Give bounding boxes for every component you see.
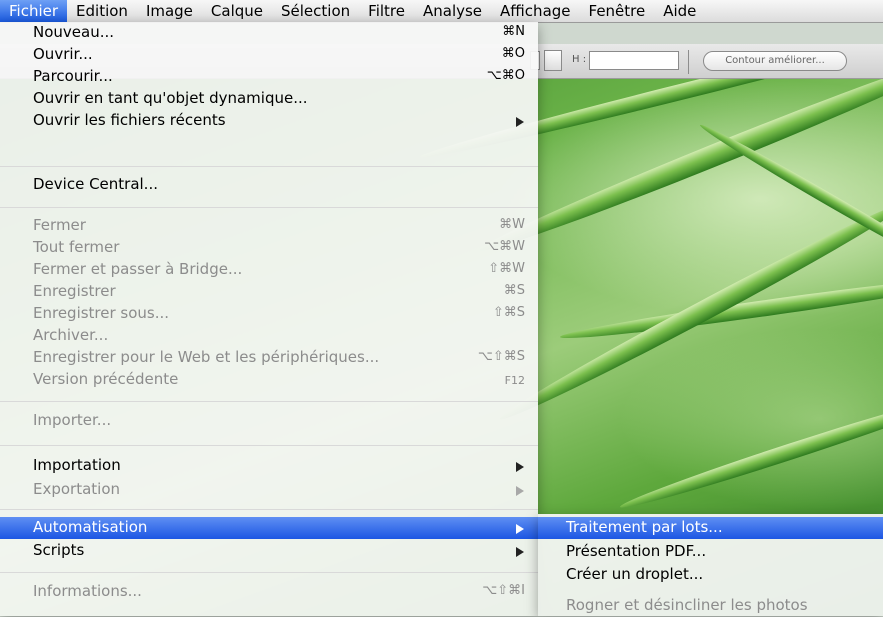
menu-item-label: Importation <box>33 456 121 474</box>
menu-separator <box>0 509 538 510</box>
menu-edition[interactable]: Edition <box>67 0 137 22</box>
menu-item-label: Device Central... <box>33 175 158 193</box>
menu-item-label: Importer... <box>33 411 112 429</box>
menu-item-label: Tout fermer <box>33 238 120 256</box>
menu-item-shortcut: ⌘N <box>502 24 525 39</box>
menu-item-archiver: Archiver... <box>0 325 538 347</box>
menu-item-tout-fermer: Tout fermer ⌥⌘W <box>0 237 538 259</box>
menu-fichier[interactable]: Fichier <box>0 0 68 22</box>
menu-item-importer: Importer... <box>0 410 538 432</box>
menu-item-label: Fermer <box>33 216 86 234</box>
menu-item-automatisation[interactable]: Automatisation <box>0 517 538 539</box>
menu-analyse[interactable]: Analyse <box>414 0 491 22</box>
menu-item-importation[interactable]: Importation <box>0 455 538 477</box>
toolbar-divider <box>688 50 689 74</box>
menu-item-shortcut: ⌘S <box>503 283 525 298</box>
menu-item-fermer-bridge: Fermer et passer à Bridge... ⇧⌘W <box>0 259 538 281</box>
menu-fenetre[interactable]: Fenêtre <box>580 0 655 22</box>
menu-image[interactable]: Image <box>137 0 202 22</box>
menu-item-label: Automatisation <box>33 518 148 536</box>
menu-item-label: Enregistrer sous... <box>33 304 170 322</box>
submenu-item-rogner-desincliner: Rogner et désincliner les photos <box>538 595 883 617</box>
menu-separator <box>0 207 538 208</box>
menu-item-label: Exportation <box>33 480 121 498</box>
menu-item-shortcut: ⌥⇧⌘I <box>482 583 525 598</box>
menu-item-label: Informations... <box>33 582 142 600</box>
automation-submenu: Traitement par lots... Présentation PDF.… <box>538 514 883 616</box>
height-label: H : <box>572 54 587 65</box>
menu-item-label: Archiver... <box>33 326 109 344</box>
submenu-item-presentation-pdf[interactable]: Présentation PDF... <box>538 541 883 563</box>
menu-item-label: Ouvrir... <box>33 45 93 63</box>
file-menu: Nouveau... ⌘N Ouvrir... ⌘O Parcourir... … <box>0 22 538 616</box>
menu-item-shortcut: F12 <box>504 374 525 387</box>
menu-item-label: Parcourir... <box>33 67 113 85</box>
menu-item-shortcut: ⌥⌘W <box>484 239 525 254</box>
menu-item-ouvrir[interactable]: Ouvrir... ⌘O <box>0 44 538 66</box>
menu-item-label: Rogner et désincliner les photos <box>566 596 808 614</box>
menu-item-label: Ouvrir les fichiers récents <box>33 111 226 129</box>
menu-item-shortcut: ⌥⇧⌘S <box>477 349 525 364</box>
menu-selection[interactable]: Sélection <box>272 0 359 22</box>
menu-item-device-central[interactable]: Device Central... <box>0 174 538 196</box>
submenu-item-creer-droplet[interactable]: Créer un droplet... <box>538 564 883 586</box>
menu-item-label: Fermer et passer à Bridge... <box>33 260 243 278</box>
submenu-arrow-icon <box>516 524 524 534</box>
menu-item-label: Ouvrir en tant qu'objet dynamique... <box>33 89 308 107</box>
submenu-arrow-icon <box>516 117 524 127</box>
menu-separator <box>0 572 538 573</box>
menu-item-shortcut: ⇧⌘S <box>492 305 525 320</box>
menu-item-enregistrer-web: Enregistrer pour le Web et les périphéri… <box>0 347 538 369</box>
submenu-arrow-icon <box>516 547 524 557</box>
menu-item-enregistrer: Enregistrer ⌘S <box>0 281 538 303</box>
menu-item-label: Enregistrer <box>33 282 116 300</box>
menu-item-label: Version précédente <box>33 370 179 388</box>
menu-item-version-precedente: Version précédente F12 <box>0 369 538 391</box>
grass-blade <box>617 388 883 515</box>
menu-separator <box>0 401 538 402</box>
submenu-arrow-icon <box>516 462 524 472</box>
refine-edge-button[interactable]: Contour améliorer... <box>703 51 847 71</box>
menu-item-scripts[interactable]: Scripts <box>0 540 538 562</box>
menu-item-label: Créer un droplet... <box>566 565 704 583</box>
menu-item-shortcut: ⇧⌘W <box>488 261 525 276</box>
menu-aide[interactable]: Aide <box>654 0 705 22</box>
menu-item-shortcut: ⌘O <box>501 46 525 61</box>
height-field[interactable] <box>589 51 679 70</box>
submenu-item-traitement-par-lots[interactable]: Traitement par lots... <box>538 517 883 539</box>
menu-separator <box>0 166 538 167</box>
menu-item-label: Traitement par lots... <box>566 518 723 536</box>
menu-affichage[interactable]: Affichage <box>491 0 579 22</box>
menu-item-informations: Informations... ⌥⇧⌘I <box>0 581 538 603</box>
menu-item-label: Scripts <box>33 541 85 559</box>
menu-calque[interactable]: Calque <box>202 0 272 22</box>
menu-item-exportation: Exportation <box>0 479 538 501</box>
swap-button[interactable] <box>544 50 562 71</box>
menu-item-parcourir[interactable]: Parcourir... ⌥⌘O <box>0 66 538 88</box>
menu-item-shortcut: ⌥⌘O <box>486 68 525 83</box>
menu-item-shortcut: ⌘W <box>499 217 525 232</box>
menu-item-label: Enregistrer pour le Web et les périphéri… <box>33 348 380 366</box>
menu-item-nouveau[interactable]: Nouveau... ⌘N <box>0 22 538 44</box>
menu-item-enregistrer-sous: Enregistrer sous... ⇧⌘S <box>0 303 538 325</box>
grass-blade <box>495 194 883 428</box>
menu-item-ouvrir-objet-dynamique[interactable]: Ouvrir en tant qu'objet dynamique... <box>0 88 538 110</box>
menu-item-fermer: Fermer ⌘W <box>0 215 538 237</box>
menu-item-label: Présentation PDF... <box>566 542 707 560</box>
menu-filtre[interactable]: Filtre <box>359 0 414 22</box>
menu-bar: Fichier Edition Image Calque Sélection F… <box>0 0 883 23</box>
submenu-arrow-icon <box>516 486 524 496</box>
menu-separator <box>0 445 538 446</box>
menu-item-fichiers-recents[interactable]: Ouvrir les fichiers récents <box>0 110 538 132</box>
menu-item-label: Nouveau... <box>33 23 115 41</box>
